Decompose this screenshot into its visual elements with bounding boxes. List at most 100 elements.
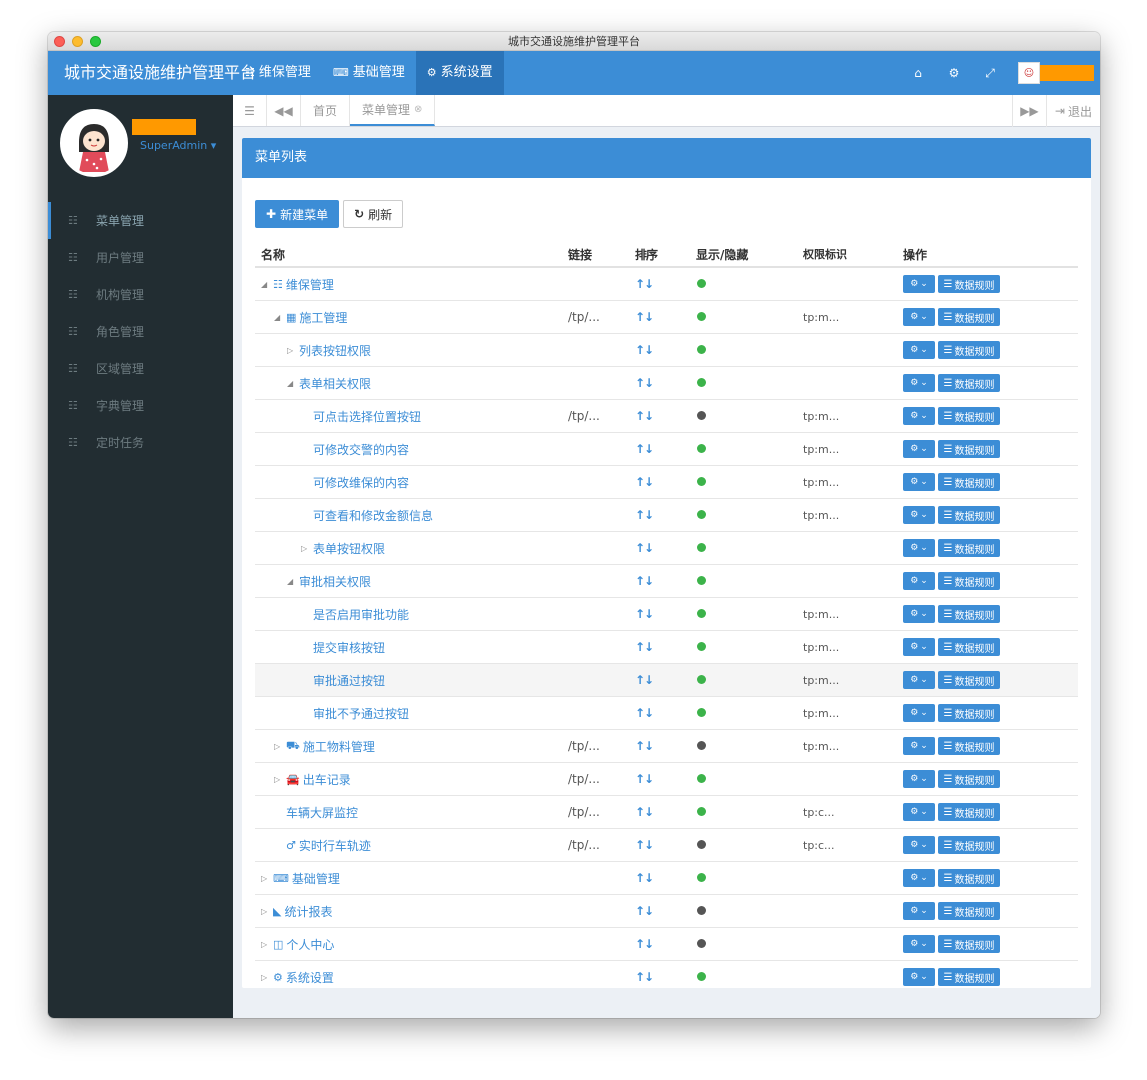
data-rule-button[interactable]: ☰ 数据规则 <box>938 440 1000 458</box>
sort-icon[interactable]: ↑↓ <box>635 640 696 654</box>
settings-dropdown-button[interactable]: ⚙ ⌄ <box>903 869 935 887</box>
data-rule-button[interactable]: ☰ 数据规则 <box>938 506 1000 524</box>
data-rule-button[interactable]: ☰ 数据规则 <box>938 803 1000 821</box>
menu-name-link[interactable]: 表单按钮权限 <box>313 540 385 557</box>
data-rule-button[interactable]: ☰ 数据规则 <box>938 572 1000 590</box>
sort-icon[interactable]: ↑↓ <box>635 739 696 753</box>
profile-role-dropdown[interactable]: SuperAdmin ▾ <box>140 139 216 152</box>
sidebar-item[interactable]: ☷ 角色管理 <box>48 313 233 350</box>
sort-icon[interactable]: ↑↓ <box>635 574 696 588</box>
top-menu-item[interactable]: ⚙ 系统设置 <box>415 51 504 95</box>
cogs-icon[interactable]: ⚙ <box>936 66 972 80</box>
settings-dropdown-button[interactable]: ⚙ ⌄ <box>903 935 935 953</box>
expander-icon[interactable]: ▷ <box>274 742 286 751</box>
sort-icon[interactable]: ↑↓ <box>635 607 696 621</box>
menu-name-link[interactable]: 提交审核按钮 <box>313 639 385 656</box>
settings-dropdown-button[interactable]: ⚙ ⌄ <box>903 275 935 293</box>
expander-icon[interactable]: ▷ <box>261 874 273 883</box>
menu-name-link[interactable]: 审批不予通过按钮 <box>313 705 409 722</box>
settings-dropdown-button[interactable]: ⚙ ⌄ <box>903 473 935 491</box>
data-rule-button[interactable]: ☰ 数据规则 <box>938 935 1000 953</box>
menu-name-link[interactable]: 维保管理 <box>286 276 334 293</box>
settings-dropdown-button[interactable]: ⚙ ⌄ <box>903 341 935 359</box>
settings-dropdown-button[interactable]: ⚙ ⌄ <box>903 770 935 788</box>
menu-toggle-icon[interactable]: ☰ <box>233 95 267 126</box>
settings-dropdown-button[interactable]: ⚙ ⌄ <box>903 440 935 458</box>
window-maximize-button[interactable] <box>90 36 101 47</box>
menu-name-link[interactable]: 审批相关权限 <box>299 573 371 590</box>
settings-dropdown-button[interactable]: ⚙ ⌄ <box>903 803 935 821</box>
data-rule-button[interactable]: ☰ 数据规则 <box>938 638 1000 656</box>
settings-dropdown-button[interactable]: ⚙ ⌄ <box>903 902 935 920</box>
data-rule-button[interactable]: ☰ 数据规则 <box>938 836 1000 854</box>
sidebar-item[interactable]: ☷ 区域管理 <box>48 350 233 387</box>
sort-icon[interactable]: ↑↓ <box>635 904 696 918</box>
sort-icon[interactable]: ↑↓ <box>635 376 696 390</box>
settings-dropdown-button[interactable]: ⚙ ⌄ <box>903 572 935 590</box>
expander-icon[interactable]: ▷ <box>261 907 273 916</box>
data-rule-button[interactable]: ☰ 数据规则 <box>938 902 1000 920</box>
settings-dropdown-button[interactable]: ⚙ ⌄ <box>903 605 935 623</box>
sort-icon[interactable]: ↑↓ <box>635 772 696 786</box>
settings-dropdown-button[interactable]: ⚙ ⌄ <box>903 308 935 326</box>
settings-dropdown-button[interactable]: ⚙ ⌄ <box>903 506 935 524</box>
top-menu-item[interactable]: ⌨ 基础管理 <box>322 51 416 95</box>
fullscreen-icon[interactable]: ⤢ <box>972 66 1008 81</box>
settings-dropdown-button[interactable]: ⚙ ⌄ <box>903 836 935 854</box>
sort-icon[interactable]: ↑↓ <box>635 409 696 423</box>
settings-dropdown-button[interactable]: ⚙ ⌄ <box>903 968 935 986</box>
sort-icon[interactable]: ↑↓ <box>635 937 696 951</box>
menu-name-link[interactable]: 施工管理 <box>299 309 347 326</box>
new-menu-button[interactable]: ✚ 新建菜单 <box>255 200 340 228</box>
sidebar-item[interactable]: ☷ 机构管理 <box>48 276 233 313</box>
menu-name-link[interactable]: 是否启用审批功能 <box>313 606 409 623</box>
settings-dropdown-button[interactable]: ⚙ ⌄ <box>903 704 935 722</box>
data-rule-button[interactable]: ☰ 数据规则 <box>938 770 1000 788</box>
data-rule-button[interactable]: ☰ 数据规则 <box>938 737 1000 755</box>
data-rule-button[interactable]: ☰ 数据规则 <box>938 605 1000 623</box>
settings-dropdown-button[interactable]: ⚙ ⌄ <box>903 638 935 656</box>
menu-name-link[interactable]: 统计报表 <box>284 903 332 920</box>
menu-name-link[interactable]: 表单相关权限 <box>299 375 371 392</box>
menu-name-link[interactable]: 出车记录 <box>303 771 351 788</box>
menu-name-link[interactable]: 可修改交警的内容 <box>313 441 409 458</box>
expander-icon[interactable]: ◢ <box>261 280 273 289</box>
expander-icon[interactable]: ◢ <box>274 313 286 322</box>
data-rule-button[interactable]: ☰ 数据规则 <box>938 407 1000 425</box>
menu-name-link[interactable]: 可点击选择位置按钮 <box>313 408 421 425</box>
menu-name-link[interactable]: 审批通过按钮 <box>313 672 385 689</box>
data-rule-button[interactable]: ☰ 数据规则 <box>938 671 1000 689</box>
data-rule-button[interactable]: ☰ 数据规则 <box>938 539 1000 557</box>
menu-name-link[interactable]: 实时行车轨迹 <box>299 837 371 854</box>
data-rule-button[interactable]: ☰ 数据规则 <box>938 374 1000 392</box>
tab-home[interactable]: 首页 <box>301 95 351 126</box>
sort-icon[interactable]: ↑↓ <box>635 508 696 522</box>
expander-icon[interactable]: ▷ <box>261 940 273 949</box>
expander-icon[interactable]: ◢ <box>287 379 299 388</box>
menu-name-link[interactable]: 车辆大屏监控 <box>286 804 358 821</box>
settings-dropdown-button[interactable]: ⚙ ⌄ <box>903 737 935 755</box>
menu-name-link[interactable]: 可查看和修改金额信息 <box>313 507 433 524</box>
avatar[interactable] <box>60 109 128 177</box>
expander-icon[interactable]: ▷ <box>261 973 273 982</box>
sort-icon[interactable]: ↑↓ <box>635 277 696 291</box>
scroll-left-icon[interactable]: ◀◀ <box>267 95 301 126</box>
data-rule-button[interactable]: ☰ 数据规则 <box>938 308 1000 326</box>
menu-name-link[interactable]: 列表按钮权限 <box>299 342 371 359</box>
tab-menu-manage[interactable]: 菜单管理 ⊗ <box>350 95 436 126</box>
tab-close-icon[interactable]: ⊗ <box>414 104 422 115</box>
expander-icon[interactable]: ▷ <box>287 346 299 355</box>
menu-name-link[interactable]: 可修改维保的内容 <box>313 474 409 491</box>
top-menu-item[interactable]: ☷ 维保管理 <box>234 51 322 95</box>
sidebar-item[interactable]: ☷ 定时任务 <box>48 424 233 461</box>
sidebar-item[interactable]: ☷ 菜单管理 <box>48 202 233 239</box>
sort-icon[interactable]: ↑↓ <box>635 541 696 555</box>
data-rule-button[interactable]: ☰ 数据规则 <box>938 275 1000 293</box>
settings-dropdown-button[interactable]: ⚙ ⌄ <box>903 407 935 425</box>
sidebar-item[interactable]: ☷ 用户管理 <box>48 239 233 276</box>
expander-icon[interactable]: ▷ <box>301 544 313 553</box>
settings-dropdown-button[interactable]: ⚙ ⌄ <box>903 374 935 392</box>
data-rule-button[interactable]: ☰ 数据规则 <box>938 341 1000 359</box>
sort-icon[interactable]: ↑↓ <box>635 442 696 456</box>
home-icon[interactable]: ⌂ <box>900 66 936 80</box>
